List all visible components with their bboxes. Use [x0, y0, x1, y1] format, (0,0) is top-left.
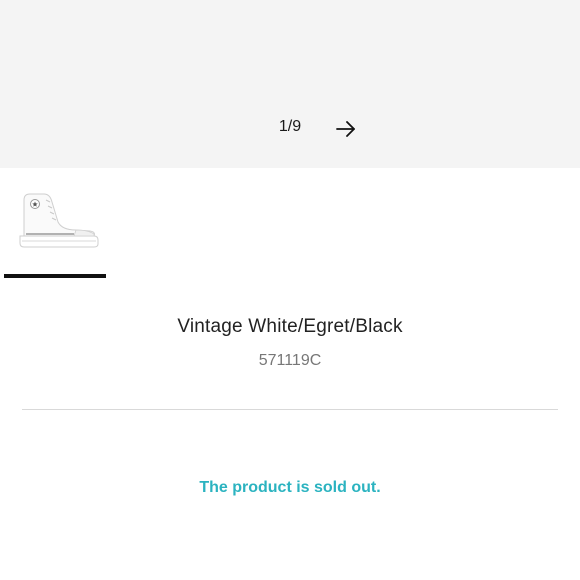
- high-top-sneaker-image: [19, 193, 99, 248]
- sold-out-message: The product is sold out.: [199, 479, 381, 496]
- product-page: 1/9 Vintage White/Egret/Black 571119C Th…: [0, 0, 580, 580]
- arrow-right-icon: [336, 121, 355, 137]
- active-thumbnail-indicator: [4, 274, 106, 278]
- thumbnail-1[interactable]: [4, 172, 106, 278]
- section-divider: [22, 409, 558, 410]
- image-counter: 1/9: [278, 118, 302, 135]
- product-image-gallery[interactable]: 1/9: [0, 0, 580, 168]
- product-sku: 571119C: [258, 352, 322, 369]
- product-color-name: Vintage White/Egret/Black: [177, 316, 403, 337]
- next-image-button[interactable]: [334, 119, 358, 139]
